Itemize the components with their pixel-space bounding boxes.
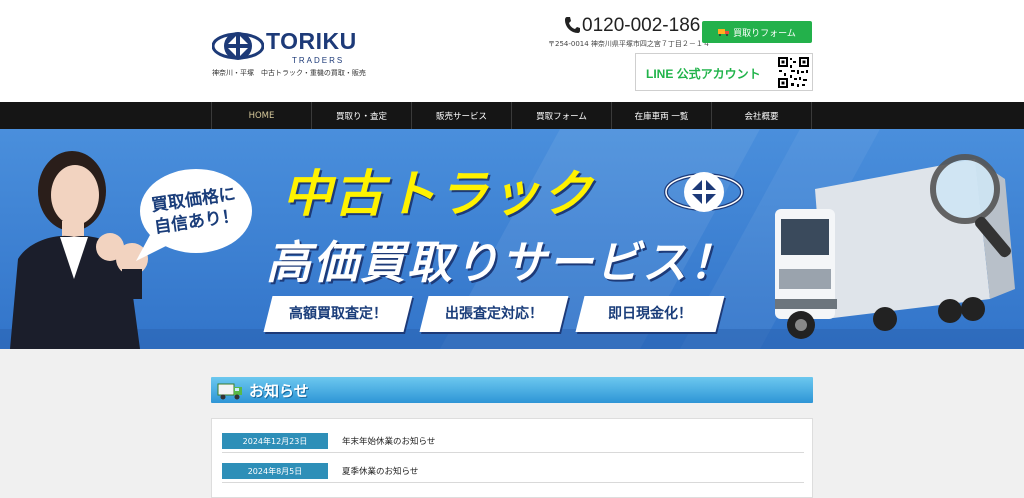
badge-high-assessment: 高額買取査定！	[263, 296, 413, 332]
news-title-link[interactable]: 年末年始休業のお知らせ	[342, 435, 435, 447]
badge-same-day-cash: 即日現金化！	[575, 296, 725, 332]
news-list: 2024年12月23日 年末年始休業のお知らせ 2024年8月5日 夏季休業のお…	[211, 418, 813, 498]
badge-same-day-cash-label: 即日現金化！	[608, 306, 692, 322]
badge-onsite-assessment: 出張査定対応！	[419, 296, 569, 332]
nav-sales-service[interactable]: 販売サービス	[411, 102, 511, 129]
phone-icon	[565, 17, 580, 33]
badge-high-assessment-label: 高額買取査定！	[289, 306, 387, 322]
purchase-form-button-label: 買取りフォーム	[733, 28, 796, 39]
hero-banner[interactable]: 買取価格に 自信あり！ 中古トラック 高価買取りサービス！ 高額買取査定！ 出張…	[0, 129, 1024, 349]
truck-icon	[217, 383, 242, 400]
company-address: 〒254-0014 神奈川県平塚市四之宮７丁目２－１４	[548, 40, 710, 48]
truck-image	[775, 154, 1015, 339]
news-section: お知らせ	[211, 377, 813, 403]
news-item[interactable]: 2024年12月23日 年末年始休業のお知らせ	[222, 429, 804, 453]
line-official-account-label: LINE 公式アカウント	[646, 67, 761, 81]
purchase-form-button[interactable]: 買取りフォーム	[702, 21, 812, 43]
phone-number-text: 0120-002-186	[582, 15, 701, 36]
line-official-account-banner[interactable]: LINE 公式アカウント	[635, 53, 813, 91]
nav-inventory-list[interactable]: 在庫車両 一覧	[611, 102, 711, 129]
qr-code-icon	[777, 56, 810, 89]
news-item[interactable]: 2024年8月5日 夏季休業のお知らせ	[222, 459, 804, 483]
hero-title-used-trucks: 中古トラック	[282, 165, 594, 223]
news-date-badge: 2024年8月5日	[222, 463, 328, 479]
logo-mark-icon	[212, 32, 264, 60]
news-date-badge: 2024年12月23日	[222, 433, 328, 449]
site-header: TORIKU TRADERS 神奈川・平塚 中古トラック・重機の買取・販売 01…	[0, 0, 1024, 102]
badge-onsite-assessment-label: 出張査定対応！	[445, 306, 543, 322]
logo-tagline: 神奈川・平塚 中古トラック・重機の買取・販売	[212, 69, 366, 77]
nav-purchase-assessment[interactable]: 買取り・査定	[311, 102, 411, 129]
logo-name: TORIKU	[266, 28, 357, 54]
news-header: お知らせ	[211, 377, 813, 403]
nav-divider	[811, 102, 812, 129]
nav-company-profile[interactable]: 会社概要	[711, 102, 811, 129]
main-navigation: HOME 買取り・査定 販売サービス 買取フォーム 在庫車両 一覧 会社概要	[0, 102, 1024, 129]
hero-logo-mark-icon	[664, 172, 744, 212]
news-title-link[interactable]: 夏季休業のお知らせ	[342, 465, 418, 477]
site-logo[interactable]: TORIKU TRADERS 神奈川・平塚 中古トラック・重機の買取・販売	[212, 24, 366, 80]
hero-title-high-price-purchase: 高価買取りサービス！	[266, 236, 737, 289]
nav-purchase-form[interactable]: 買取フォーム	[511, 102, 611, 129]
phone-number[interactable]: 0120-002-186	[564, 15, 700, 37]
truck-icon	[718, 29, 730, 36]
nav-home[interactable]: HOME	[211, 102, 311, 129]
news-heading: お知らせ	[249, 382, 309, 400]
logo-subtitle: TRADERS	[292, 56, 345, 65]
